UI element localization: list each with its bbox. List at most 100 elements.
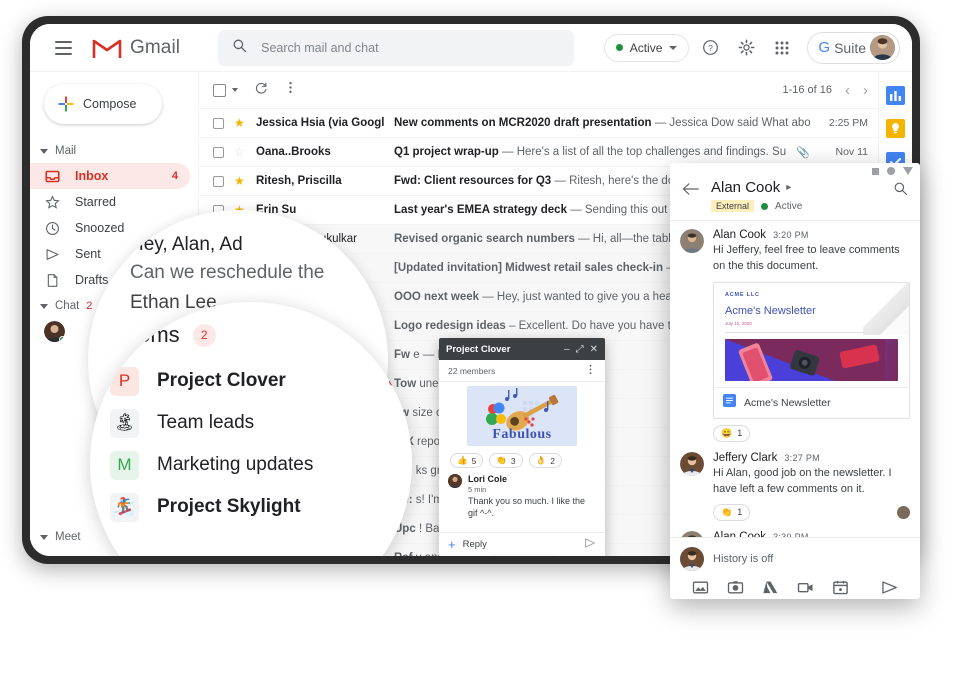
clover-message-body: Fabulous 👍 5 👏 3 👌 2 Lori Cole 5 min Tha…: [439, 382, 605, 519]
message-reactions: 😀 1: [713, 424, 910, 442]
gear-icon[interactable]: [731, 33, 761, 63]
chevron-down-icon[interactable]: [232, 88, 238, 92]
reaction-chip[interactable]: 👌 2: [528, 453, 562, 468]
sidebar-item-starred[interactable]: Starred: [30, 189, 190, 215]
magnifier-rooms-panel: Rooms 2 + P Project Clover 🏝 Team leads …: [90, 302, 412, 556]
room-avatar: 🏂: [110, 492, 139, 522]
room-item-marketing-updates[interactable]: M Marketing updates: [110, 448, 398, 482]
message-author: Alan Cook: [713, 530, 767, 537]
chat-message: Alan Cook 3:20 PM Hi Jeffery, feel free …: [680, 229, 910, 442]
message-header: Jeffery Clark 3:27 PM: [713, 452, 910, 464]
close-icon[interactable]: ✕: [590, 344, 598, 355]
document-card-footer: Acme's Newsletter: [714, 386, 909, 418]
window-collapse-icon[interactable]: [903, 167, 913, 175]
status-dropdown[interactable]: Active: [603, 33, 690, 62]
table-row[interactable]: ★ Jessica Hsia (via Google. New comments o…: [199, 108, 878, 137]
room-item-project-skylight[interactable]: 🏂 Project Skylight: [110, 490, 398, 524]
image-icon[interactable]: [692, 579, 709, 596]
row-checkbox[interactable]: [213, 175, 224, 187]
message-time: 3:27 PM: [784, 452, 820, 463]
drive-icon[interactable]: [762, 579, 779, 596]
room-label: Team leads: [157, 412, 255, 433]
sidebar-group-mail[interactable]: Mail: [30, 138, 198, 163]
reaction-chip[interactable]: 👍 5: [450, 453, 484, 468]
message-header: Alan Cook 3:30 PM: [713, 531, 910, 537]
clover-title: Project Clover: [446, 343, 511, 355]
reaction-emoji: 👍: [457, 455, 468, 465]
inbox-icon: [44, 168, 61, 185]
reaction-chip[interactable]: 👏 1: [713, 503, 751, 521]
star-icon[interactable]: ☆: [234, 145, 246, 159]
email-snippet: — Here's a list of all the top challenge…: [502, 146, 787, 158]
keep-app-icon[interactable]: [886, 119, 905, 138]
clover-message-time: 5 min: [468, 485, 487, 494]
window-maximize-icon[interactable]: [887, 167, 895, 175]
gif-attachment[interactable]: Fabulous: [467, 386, 577, 446]
room-item-project-clover[interactable]: P Project Clover: [110, 364, 398, 398]
presence-dot-icon: [59, 335, 65, 342]
star-icon[interactable]: ★: [234, 174, 246, 188]
expand-icon[interactable]: ⤢: [576, 344, 584, 355]
reaction-chip[interactable]: 👏 3: [489, 453, 523, 468]
hamburger-icon[interactable]: [48, 33, 78, 63]
screenshot-root: Gmail Search mail and chat Active ? G Su…: [0, 0, 960, 681]
gsuite-account-chip[interactable]: G Suite: [807, 31, 900, 64]
table-row[interactable]: ☆ Oana..Brooks Q1 project wrap-up — Here's…: [199, 137, 878, 166]
clover-titlebar: Project Clover – ⤢ ✕: [439, 338, 605, 360]
select-all-checkbox[interactable]: [213, 83, 226, 97]
email-subject: Revised organic search numbers: [394, 233, 575, 245]
new-meeting-icon: [44, 554, 61, 557]
room-item-team-leads[interactable]: 🏝 Team leads: [110, 406, 398, 440]
room-label: Project Skylight: [157, 496, 301, 517]
row-checkbox[interactable]: [213, 146, 224, 158]
clover-message-text: Thank you so much. I like the gif ^-^.: [468, 496, 586, 519]
window-minimize-icon[interactable]: [872, 167, 879, 175]
document-attachment-card[interactable]: ACME LLC Acme's Newsletter July 15, 2020: [713, 281, 910, 419]
video-icon[interactable]: [797, 579, 814, 596]
refresh-icon[interactable]: [254, 81, 268, 100]
reaction-emoji: 👌: [535, 455, 547, 465]
reaction-count: 1: [737, 507, 743, 518]
draft-icon: [44, 272, 61, 289]
minimize-icon[interactable]: –: [564, 344, 570, 355]
email-subject: OOO next week: [394, 291, 480, 303]
alan-panel-title-row: Alan Cook ▸: [711, 179, 802, 196]
search-input[interactable]: Search mail and chat: [218, 29, 575, 66]
calendar-icon[interactable]: [832, 579, 849, 596]
more-vert-icon[interactable]: [284, 81, 297, 99]
send-icon[interactable]: [881, 580, 898, 595]
next-page-button[interactable]: ›: [863, 83, 868, 98]
send-icon[interactable]: [584, 537, 596, 552]
reaction-chip[interactable]: 😀 1: [713, 424, 751, 442]
composer-row[interactable]: History is off: [670, 538, 920, 575]
search-icon[interactable]: [893, 181, 908, 201]
alan-message-list: Alan Cook 3:20 PM Hi Jeffery, feel free …: [670, 221, 920, 537]
reaction-count: 1: [737, 428, 743, 439]
project-clover-chat-window[interactable]: Project Clover – ⤢ ✕ 22 members Fabulous…: [439, 338, 605, 556]
reaction-emoji: 👏: [721, 506, 733, 517]
alan-cook-chat-panel[interactable]: Alan Cook ▸ External Active Alan Cook 3:…: [670, 163, 920, 599]
sidebar-item-inbox[interactable]: Inbox 4: [30, 163, 190, 189]
row-checkbox[interactable]: [213, 117, 224, 129]
clover-reply-bar[interactable]: + Reply: [439, 532, 605, 556]
clover-message-author: Lori Cole: [468, 474, 508, 484]
avatar[interactable]: [870, 35, 895, 60]
email-timestamp: 2:25 PM: [828, 117, 868, 129]
read-receipt-avatar: [897, 505, 910, 519]
back-arrow-icon[interactable]: [682, 182, 699, 199]
chevron-right-icon[interactable]: ▸: [786, 182, 791, 193]
help-icon[interactable]: ?: [695, 33, 725, 63]
calendar-app-icon[interactable]: [886, 86, 905, 105]
more-vert-icon[interactable]: [585, 364, 596, 378]
plus-icon[interactable]: +: [378, 320, 394, 348]
plus-icon[interactable]: +: [448, 537, 456, 552]
document-name: Acme's Newsletter: [744, 396, 831, 409]
prev-page-button[interactable]: ‹: [845, 83, 850, 98]
gmail-m-icon: [92, 37, 122, 59]
compose-button[interactable]: Compose: [44, 84, 162, 124]
star-icon[interactable]: ★: [234, 116, 246, 130]
star-icon: [44, 194, 61, 211]
apps-grid-icon[interactable]: [767, 33, 797, 63]
chat-message: Alan Cook 3:30 PM If we could have a rev…: [680, 531, 910, 537]
camera-icon[interactable]: [727, 579, 744, 596]
